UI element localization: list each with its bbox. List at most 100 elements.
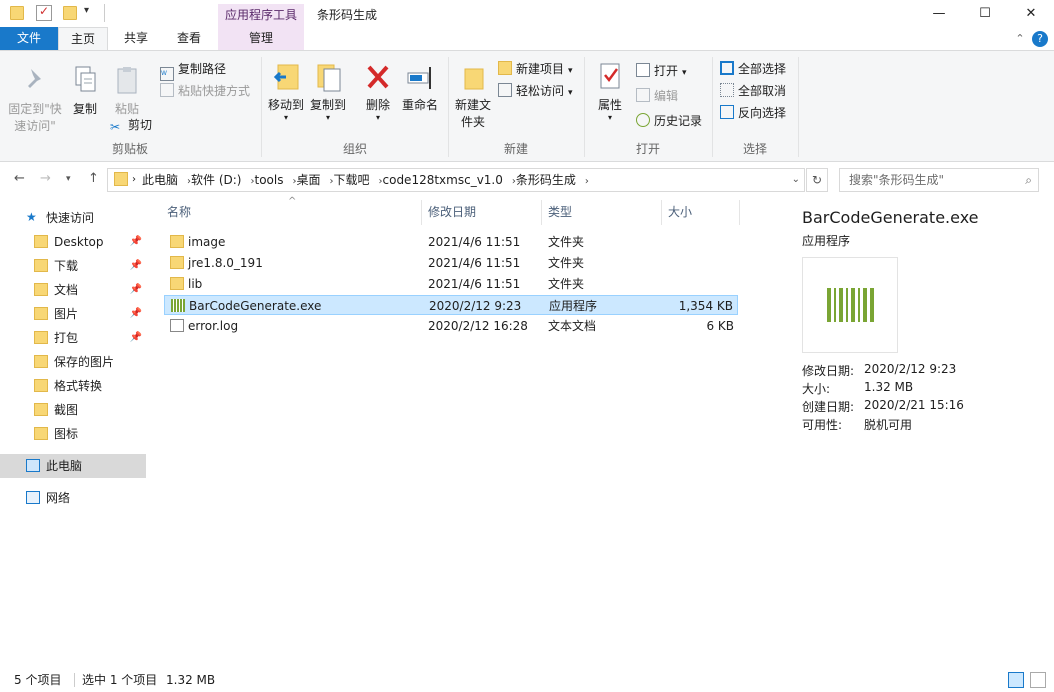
copy-path-button[interactable]: W复制路径 bbox=[160, 59, 226, 79]
qat-dropdown-icon[interactable]: ▾ bbox=[84, 5, 89, 16]
select-none-button[interactable]: 全部取消 bbox=[720, 81, 786, 101]
address-bar[interactable]: › 此电脑›软件 (D:)›tools›桌面›下载吧›code128txmsc_… bbox=[107, 168, 805, 192]
rename-button[interactable]: 重命名 bbox=[400, 61, 440, 114]
tab-home[interactable]: 主页 bbox=[58, 27, 108, 51]
paste-shortcut-button[interactable]: 粘贴快捷方式 bbox=[160, 81, 250, 101]
folder-icon bbox=[34, 355, 48, 368]
address-dropdown-icon[interactable]: ⌄ bbox=[792, 169, 800, 191]
cut-button[interactable]: ✂剪切 bbox=[110, 115, 152, 135]
nav-network[interactable]: 网络 bbox=[0, 486, 146, 510]
pin-icon: 📌 bbox=[130, 230, 142, 254]
nav-item[interactable]: 截图 bbox=[0, 398, 146, 422]
search-input[interactable]: 搜索"条形码生成"⌕ bbox=[839, 168, 1039, 192]
up-arrow-icon[interactable]: ↑ bbox=[88, 171, 99, 186]
new-item-icon bbox=[498, 61, 512, 75]
forward-arrow-icon[interactable]: → bbox=[40, 171, 51, 186]
nav-item[interactable]: 文档📌 bbox=[0, 278, 146, 302]
close-button[interactable]: ✕ bbox=[1008, 0, 1054, 27]
nav-item[interactable]: 保存的图片 bbox=[0, 350, 146, 374]
nav-item[interactable]: Desktop 📌 bbox=[0, 230, 146, 254]
edit-button[interactable]: 编辑 bbox=[636, 86, 678, 106]
breadcrumb-chevron-icon[interactable]: › bbox=[585, 176, 589, 187]
open-button[interactable]: 打开▾ bbox=[636, 61, 687, 81]
easy-access-button[interactable]: 轻松访问▾ bbox=[498, 81, 573, 101]
tab-file[interactable]: 文件 bbox=[0, 27, 58, 50]
invert-selection-button[interactable]: 反向选择 bbox=[720, 103, 786, 123]
file-row[interactable]: error.log2020/2/12 16:28文本文档6 KB bbox=[164, 316, 738, 336]
barcode-icon bbox=[803, 258, 899, 354]
size-value: 1.32 MB bbox=[864, 380, 913, 394]
back-arrow-icon[interactable]: ← bbox=[14, 171, 25, 186]
column-name[interactable]: 名称 bbox=[164, 200, 422, 225]
column-size[interactable]: 大小 bbox=[664, 200, 740, 225]
pin-quick-access-button[interactable]: 固定到"快速访问" bbox=[6, 65, 64, 135]
breadcrumb-item[interactable]: 条形码生成 bbox=[516, 173, 576, 187]
properties-button[interactable]: 属性▾ bbox=[592, 61, 628, 122]
context-tab-title: 应用程序工具 bbox=[218, 4, 304, 27]
move-to-icon bbox=[272, 61, 300, 91]
copy-path-label: 复制路径 bbox=[178, 62, 226, 76]
rename-icon bbox=[406, 61, 434, 91]
nav-item[interactable]: 格式转换 bbox=[0, 374, 146, 398]
created-value: 2020/2/21 15:16 bbox=[864, 398, 964, 412]
copy-button[interactable]: 复制 bbox=[68, 65, 102, 118]
pin-icon bbox=[21, 65, 49, 95]
tab-share[interactable]: 共享 bbox=[112, 27, 160, 50]
refresh-icon[interactable]: ↻ bbox=[806, 168, 828, 192]
file-row[interactable]: BarCodeGenerate.exe2020/2/12 9:23应用程序1,3… bbox=[164, 295, 738, 315]
file-row[interactable]: image2021/4/6 11:51文件夹 bbox=[164, 232, 738, 252]
nav-item[interactable]: 图标 bbox=[0, 422, 146, 446]
details-pane: BarCodeGenerate.exe 应用程序 修改日期: 2020/2/12… bbox=[790, 196, 1054, 668]
breadcrumb-item[interactable]: code128txmsc_v1.0 bbox=[383, 173, 503, 187]
new-item-button[interactable]: 新建项目▾ bbox=[498, 59, 573, 79]
breadcrumb-item[interactable]: 此电脑 bbox=[142, 173, 178, 187]
tab-manage[interactable]: 管理 bbox=[218, 27, 304, 50]
nav-this-pc[interactable]: 此电脑 bbox=[0, 454, 146, 478]
large-icons-view-icon[interactable] bbox=[1030, 672, 1046, 688]
breadcrumb-item[interactable]: 桌面 bbox=[296, 173, 320, 187]
file-date: 2021/4/6 11:51 bbox=[428, 232, 520, 252]
file-row[interactable]: jre1.8.0_1912021/4/6 11:51文件夹 bbox=[164, 253, 738, 273]
file-date: 2021/4/6 11:51 bbox=[428, 253, 520, 273]
column-type[interactable]: 类型 bbox=[544, 200, 662, 225]
file-type: 文件夹 bbox=[548, 274, 584, 294]
minimize-button[interactable]: — bbox=[916, 0, 962, 27]
maximize-button[interactable]: ☐ bbox=[962, 0, 1008, 27]
file-row[interactable]: lib2021/4/6 11:51文件夹 bbox=[164, 274, 738, 294]
delete-button[interactable]: 删除▾ bbox=[360, 61, 396, 122]
scissors-icon: ✂ bbox=[110, 120, 124, 134]
help-icon[interactable]: ? bbox=[1032, 31, 1048, 47]
breadcrumb-item[interactable]: 软件 (D:) bbox=[191, 173, 241, 187]
file-name: error.log bbox=[188, 316, 238, 336]
nav-item[interactable]: 打包📌 bbox=[0, 326, 146, 350]
new-folder-qat-icon[interactable] bbox=[63, 6, 77, 20]
delete-dropdown-icon: ▾ bbox=[360, 114, 396, 122]
recent-locations-icon[interactable]: ▾ bbox=[66, 174, 71, 184]
nav-item-label: Desktop bbox=[54, 230, 104, 254]
breadcrumb-item[interactable]: tools bbox=[254, 173, 283, 187]
nav-quick-access[interactable]: ★快速访问 bbox=[0, 206, 146, 230]
move-to-button[interactable]: 移动到▾ bbox=[266, 61, 306, 122]
history-label: 历史记录 bbox=[654, 114, 702, 128]
tab-view[interactable]: 查看 bbox=[164, 27, 214, 50]
properties-qat-icon[interactable]: ✓ bbox=[36, 5, 52, 21]
nav-item-label: 此电脑 bbox=[46, 454, 82, 478]
chevron-right-icon: › bbox=[132, 169, 136, 191]
new-folder-button[interactable]: 新建文件夹 bbox=[452, 61, 494, 131]
details-view-icon[interactable] bbox=[1008, 672, 1024, 688]
select-group-label: 选择 bbox=[712, 140, 798, 157]
open-icon bbox=[636, 63, 650, 77]
folder-icon bbox=[34, 379, 48, 392]
select-all-button[interactable]: 全部选择 bbox=[720, 59, 786, 79]
nav-item[interactable]: 图片📌 bbox=[0, 302, 146, 326]
history-button[interactable]: 历史记录 bbox=[636, 111, 702, 131]
paste-shortcut-label: 粘贴快捷方式 bbox=[178, 84, 250, 98]
new-folder-label: 新建文件夹 bbox=[452, 97, 494, 131]
column-date[interactable]: 修改日期 bbox=[424, 200, 542, 225]
breadcrumb-item[interactable]: 下载吧 bbox=[333, 173, 369, 187]
file-size: 1,354 KB bbox=[679, 296, 733, 316]
collapse-ribbon-icon[interactable]: ⌃ bbox=[1012, 27, 1028, 50]
paste-button[interactable]: 粘贴 bbox=[110, 65, 144, 118]
copy-to-button[interactable]: 复制到▾ bbox=[308, 61, 348, 122]
nav-item[interactable]: 下载📌 bbox=[0, 254, 146, 278]
